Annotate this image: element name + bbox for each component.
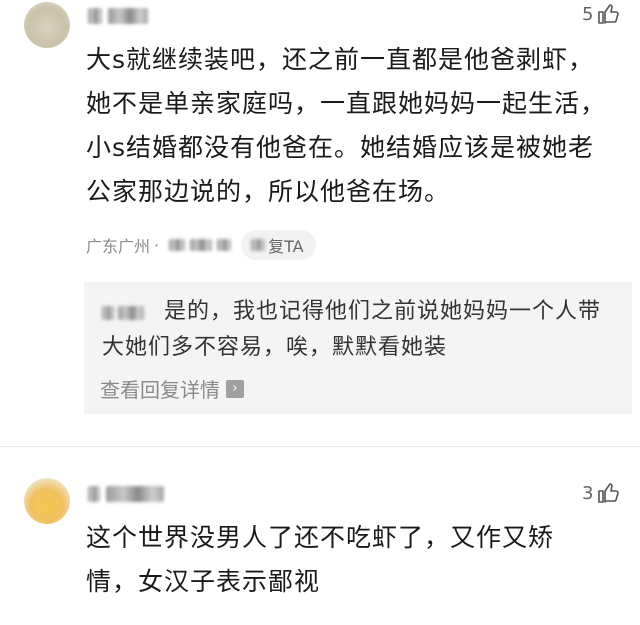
like-button[interactable]: 5 xyxy=(582,2,620,26)
meta-separator: · xyxy=(154,235,160,255)
reply-box[interactable]: 是的，我也记得他们之前说她妈妈一个人带大她们多不容易，唉，默默看她装 查看回复详… xyxy=(84,282,632,414)
time-blurred xyxy=(169,239,232,251)
comment-meta: 广东广州 · 复TA xyxy=(86,230,316,260)
view-more-label: 查看回复详情 xyxy=(100,378,220,402)
reply-button[interactable]: 复TA xyxy=(241,230,316,260)
comment-text: 大s就继续装吧，还之前一直都是他爸剥虾，她不是单亲家庭吗，一直跟她妈妈一起生活，… xyxy=(86,45,607,206)
avatar[interactable] xyxy=(24,478,70,524)
view-reply-details-link[interactable]: 查看回复详情 › xyxy=(100,374,244,403)
like-count: 3 xyxy=(582,482,594,504)
chevron-right-icon: › xyxy=(226,379,244,398)
username-blurred[interactable] xyxy=(88,8,148,24)
username-blurred[interactable] xyxy=(88,486,164,502)
like-button[interactable]: 3 xyxy=(582,481,620,505)
divider xyxy=(0,446,640,447)
thumbs-up-icon xyxy=(598,4,620,24)
reply-text: 是的，我也记得他们之前说她妈妈一个人带大她们多不容易，唉，默默看她装 xyxy=(102,299,602,360)
location: 广东广州 xyxy=(86,237,151,256)
like-count: 5 xyxy=(582,3,594,25)
avatar[interactable] xyxy=(24,2,70,48)
comment-text: 这个世界没男人了还不吃虾了，又作又矫情，女汉子表示鄙视 xyxy=(86,523,555,596)
thumbs-up-icon xyxy=(598,483,620,503)
reply-label: 复TA xyxy=(268,237,304,256)
